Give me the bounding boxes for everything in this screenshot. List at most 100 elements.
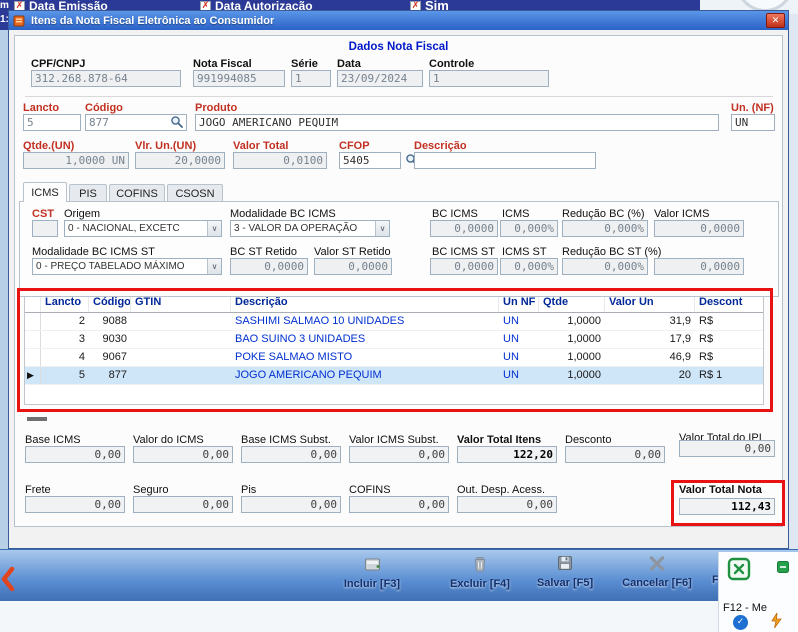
dialog-itens-nfce: Itens da Nota Fiscal Eletrônica ao Consu… bbox=[8, 10, 789, 549]
reducao-bc-st-field[interactable]: 0,000% bbox=[562, 258, 648, 275]
f12-menu-label: F12 - Me bbox=[723, 602, 768, 614]
base-icms-field[interactable]: 0,00 bbox=[25, 446, 125, 463]
qtde-field[interactable]: 1,0000 UN bbox=[23, 152, 129, 169]
table-row[interactable]: ▶ 5 877 JOGO AMERICANO PEQUIM UN 1,0000 20 R$ 1 bbox=[25, 367, 763, 385]
bc-icms-field[interactable]: 0,0000 bbox=[430, 220, 498, 237]
frete-field[interactable]: 0,00 bbox=[25, 496, 125, 513]
cpf-label: CPF/CNPJ bbox=[31, 58, 86, 70]
valor-icms-field[interactable]: 0,0000 bbox=[654, 220, 744, 237]
modalidade-bc-st-label: Modalidade BC ICMS ST bbox=[32, 246, 155, 258]
valor-total-nota-field[interactable]: 112,43 bbox=[679, 498, 775, 515]
icms-label: ICMS bbox=[502, 208, 530, 220]
blue-check-icon[interactable]: ✓ bbox=[733, 615, 748, 630]
tab-icms[interactable]: ICMS bbox=[23, 182, 67, 202]
origem-select[interactable]: 0 - NACIONAL, EXCETC ∨ bbox=[64, 220, 222, 237]
seguro-field[interactable]: 0,00 bbox=[133, 496, 233, 513]
close-button[interactable]: ✕ bbox=[766, 13, 785, 28]
valor-st-retido-label: Valor ST Retido bbox=[314, 246, 391, 258]
vlr-un-field[interactable]: 20,0000 bbox=[135, 152, 225, 169]
table-cell: UN bbox=[503, 369, 519, 381]
table-row[interactable]: 4 9067 POKE SALMAO MISTO UN 1,0000 46,9 R$ bbox=[25, 349, 763, 367]
nota-fiscal-field[interactable]: 991994085 bbox=[193, 70, 285, 87]
bc-icms-st-field[interactable]: 0,0000 bbox=[430, 258, 498, 275]
table-cell: JOGO AMERICANO PEQUIM bbox=[235, 369, 382, 381]
grid-body: 2 9088 SASHIMI SALMAO 10 UNIDADES UN 1,0000 3… bbox=[25, 313, 763, 385]
codigo-search-icon[interactable] bbox=[170, 115, 185, 130]
valor-st-retido-field[interactable]: 0,0000 bbox=[314, 258, 392, 275]
parent-right-margin bbox=[789, 14, 798, 549]
cancelar-button[interactable]: Cancelar [F6] bbox=[615, 556, 699, 589]
bc-icms-st-label: BC ICMS ST bbox=[432, 246, 495, 258]
produto-field[interactable]: JOGO AMERICANO PEQUIM bbox=[195, 114, 719, 131]
icms-st-label: ICMS ST bbox=[502, 246, 547, 258]
table-row[interactable]: 2 9088 SASHIMI SALMAO 10 UNIDADES UN 1,0000 3… bbox=[25, 313, 763, 331]
icms-tab-panel: CST Origem 0 - NACIONAL, EXCETC ∨ Modali… bbox=[19, 201, 779, 297]
dialog-icon bbox=[13, 15, 25, 27]
orange-bolt-icon[interactable] bbox=[769, 612, 784, 632]
table-cell: POKE SALMAO MISTO bbox=[235, 351, 353, 363]
pis-field[interactable]: 0,00 bbox=[241, 496, 341, 513]
dialog-title-bar[interactable]: Itens da Nota Fiscal Eletrônica ao Consu… bbox=[9, 11, 788, 30]
icms-st-field[interactable]: 0,000% bbox=[500, 258, 558, 275]
tab-csosn[interactable]: CSOSN bbox=[167, 184, 223, 202]
small-green-icon[interactable] bbox=[777, 560, 789, 578]
trash-icon bbox=[472, 555, 488, 577]
tab-cofins[interactable]: COFINS bbox=[109, 184, 165, 202]
controle-field[interactable]: 1 bbox=[429, 70, 549, 87]
tab-pis[interactable]: PIS bbox=[69, 184, 107, 202]
desconto-field[interactable]: 0,00 bbox=[565, 446, 665, 463]
icms-field[interactable]: 0,000% bbox=[500, 220, 558, 237]
desktop-area: F12 - Me ✓ bbox=[718, 552, 798, 632]
serie-field[interactable]: 1 bbox=[291, 70, 331, 87]
bc-st-retido-field[interactable]: 0,0000 bbox=[230, 258, 308, 275]
table-cell: 2 bbox=[78, 315, 85, 327]
cfop-field[interactable]: 5405 bbox=[339, 152, 401, 169]
table-cell bbox=[131, 367, 231, 384]
valor-total-ipi-field[interactable]: 0,00 bbox=[679, 440, 775, 457]
cpf-field[interactable]: 312.268.878-64 bbox=[31, 70, 181, 87]
valor-total-label: Valor Total bbox=[233, 140, 289, 152]
table-cell: R$ bbox=[699, 333, 714, 345]
modalidade-bc-st-select[interactable]: 0 - PREÇO TABELADO MÁXIMO ∨ bbox=[32, 258, 222, 275]
table-cell: R$ bbox=[699, 351, 714, 363]
table-row[interactable]: 3 9030 BAO SUINO 3 UNIDADES UN 1,0000 17,9 R$ bbox=[25, 331, 763, 349]
cst-field[interactable] bbox=[32, 220, 58, 237]
table-cell: R$ 1 bbox=[699, 369, 723, 381]
base-icms-subst-field[interactable]: 0,00 bbox=[241, 446, 341, 463]
items-grid[interactable]: Lancto Código GTIN Descrição Un NF Qtde Valor … bbox=[24, 293, 764, 405]
row-selector-cell bbox=[25, 349, 41, 366]
scroll-left-chevron-icon[interactable] bbox=[0, 566, 15, 597]
valor-total-itens-field[interactable]: 122,20 bbox=[457, 446, 557, 463]
valor-icms-st-field[interactable]: 0,0000 bbox=[654, 258, 744, 275]
un-nf-field[interactable]: UN bbox=[731, 114, 775, 131]
incluir-button[interactable]: Incluir [F3] bbox=[330, 556, 414, 590]
salvar-button-label: Salvar [F5] bbox=[536, 577, 594, 589]
modalidade-bc-select[interactable]: 3 - VALOR DA OPERAÇÃO ∨ bbox=[230, 220, 390, 237]
chevron-down-icon: ∨ bbox=[207, 221, 221, 236]
reducao-bc-field[interactable]: 0,000% bbox=[562, 220, 648, 237]
incluir-button-label: Incluir [F3] bbox=[343, 578, 401, 590]
valor-icms-subst-field[interactable]: 0,00 bbox=[349, 446, 449, 463]
cst-label: CST bbox=[32, 208, 54, 220]
valor-total-nota-label: Valor Total Nota bbox=[679, 484, 762, 496]
table-cell: 1,0000 bbox=[567, 333, 601, 345]
cofins-field[interactable]: 0,00 bbox=[349, 496, 449, 513]
valor-total-field[interactable]: 0,0100 bbox=[233, 152, 327, 169]
base-icms-subst-label: Base ICMS Subst. bbox=[241, 434, 331, 446]
lancto-field[interactable]: 5 bbox=[23, 114, 81, 131]
qtde-label: Qtde.(UN) bbox=[23, 140, 75, 152]
green-app-icon[interactable] bbox=[727, 557, 751, 586]
salvar-button[interactable]: Salvar [F5] bbox=[523, 555, 607, 589]
table-cell: 9067 bbox=[102, 351, 127, 363]
table-cell: 9088 bbox=[102, 315, 127, 327]
valor-total-itens-label: Valor Total Itens bbox=[457, 434, 542, 446]
descricao-field[interactable] bbox=[414, 152, 596, 169]
add-record-icon bbox=[364, 556, 381, 577]
chevron-down-icon: ∨ bbox=[375, 221, 389, 236]
valor-do-icms-field[interactable]: 0,00 bbox=[133, 446, 233, 463]
horizontal-scrollbar-thumb[interactable] bbox=[27, 417, 47, 421]
excluir-button[interactable]: Excluir [F4] bbox=[438, 555, 522, 590]
outras-despesas-field[interactable]: 0,00 bbox=[457, 496, 557, 513]
section-title: Dados Nota Fiscal bbox=[348, 41, 449, 53]
data-field[interactable]: 23/09/2024 bbox=[337, 70, 423, 87]
